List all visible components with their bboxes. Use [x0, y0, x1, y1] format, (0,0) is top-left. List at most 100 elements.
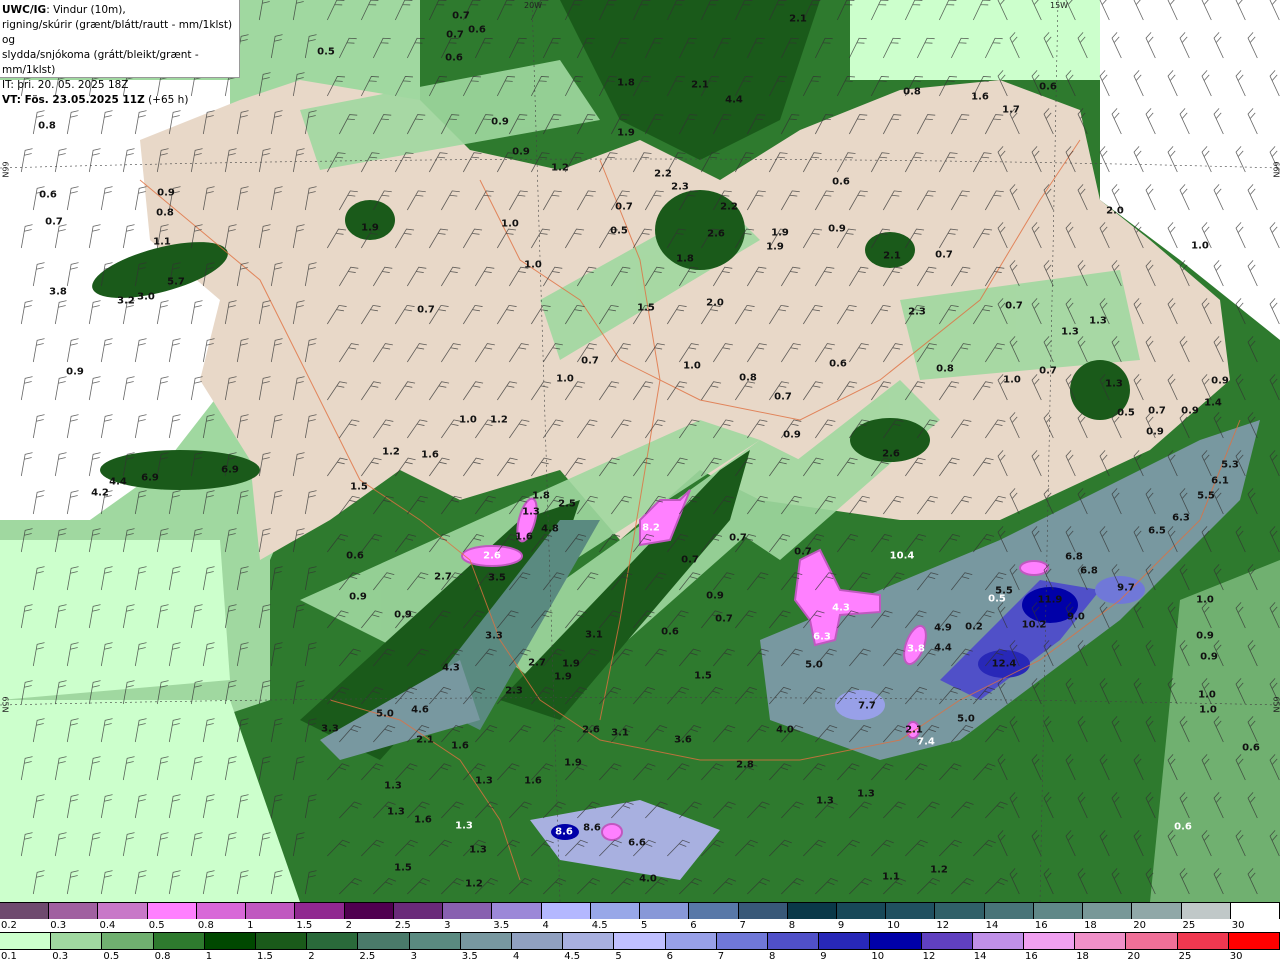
- snow-legend-swatch: [344, 903, 394, 919]
- precip-value-label: 2.7: [434, 571, 452, 583]
- precip-value-label: 0.7: [615, 201, 633, 213]
- title-line-1: UWC/IG: Vindur (10m),: [2, 3, 239, 18]
- rain-legend-swatch: [921, 933, 973, 949]
- precip-value-label: 2.6: [707, 228, 725, 240]
- snow-legend-tick: 8: [788, 920, 796, 931]
- precip-value-label: 0.7: [715, 613, 733, 625]
- rain-legend-swatch: [614, 933, 666, 949]
- precip-value-label: 9.0: [1067, 611, 1085, 623]
- precip-value-label: 1.3: [384, 780, 402, 792]
- precip-value-label: 9.7: [1117, 582, 1135, 594]
- precip-value-label: 1.0: [1191, 240, 1209, 252]
- precip-value-label: 1.0: [501, 218, 519, 230]
- latitude-label-65n-left: 65N: [0, 696, 10, 713]
- precip-value-label: 2.3: [505, 685, 523, 697]
- precip-value-label: 1.1: [882, 871, 900, 883]
- rain-legend-swatch: [665, 933, 717, 949]
- precip-value-label: 7.7: [858, 700, 876, 712]
- precip-value-label: 5.0: [957, 713, 975, 725]
- precip-value-label: 1.6: [451, 740, 469, 752]
- rain-legend-swatch: [153, 933, 205, 949]
- precip-value-label: 4.9: [934, 622, 952, 634]
- precip-value-label: 1.3: [816, 795, 834, 807]
- precip-value-label: 0.7: [729, 532, 747, 544]
- rain-legend-swatch: [819, 933, 871, 949]
- precip-value-label: 0.5: [1117, 407, 1135, 419]
- snow-legend-tick: 20: [1133, 920, 1147, 931]
- snow-legend-tick: 25: [1182, 920, 1196, 931]
- precip-value-label: 0.6: [661, 626, 679, 638]
- precip-value-label: 2.0: [706, 297, 724, 309]
- precip-value-label: 1.0: [459, 414, 477, 426]
- precip-value-label: 1.0: [556, 373, 574, 385]
- precip-value-label: 0.9: [491, 116, 509, 128]
- rain-legend-tick: 1: [205, 951, 213, 962]
- snow-legend-swatch: [443, 903, 493, 919]
- rain-legend-tick: 2: [308, 951, 315, 962]
- rain-legend-swatch: [1075, 933, 1127, 949]
- precip-value-label: 4.6: [411, 704, 429, 716]
- product-name: UWC/IG: [2, 4, 47, 16]
- precip-value-label: 1.6: [421, 449, 439, 461]
- precip-value-label: 1.3: [857, 788, 875, 800]
- rain-legend-tick: 4.5: [564, 951, 581, 962]
- rain-legend-swatch: [716, 933, 769, 949]
- rain-legend-swatch: [358, 933, 410, 949]
- snow-legend-swatch: [295, 903, 345, 919]
- snow-legend-tick: 12: [936, 920, 950, 931]
- rain-legend-swatch: [1228, 933, 1280, 949]
- precip-value-label: 0.9: [1200, 651, 1218, 663]
- rain-legend-tick: 9: [820, 951, 827, 962]
- precip-value-label: 2.1: [883, 250, 901, 262]
- precip-value-label: 4.4: [934, 642, 952, 654]
- snow-legend-tick: 6: [690, 920, 697, 931]
- precip-value-label: 0.6: [832, 176, 850, 188]
- precip-value-label: 5.0: [805, 659, 823, 671]
- snow-legend-tick: 0.2: [1, 920, 17, 931]
- snow-legend-swatch: [984, 903, 1034, 919]
- precip-value-label: 3.0: [137, 291, 155, 303]
- precip-value-label: 4.2: [91, 487, 109, 499]
- snow-legend-swatch: [689, 903, 739, 919]
- precip-value-label: 2.7: [528, 657, 546, 669]
- rain-legend: 0.1 0.3 0.5 0.8 1 1.5 2 2.5 3 3.5 4 4.5 5 6 7 8 9 10 12 14 1…: [0, 932, 1280, 964]
- precip-value-label: 1.4: [1204, 397, 1222, 409]
- snow-legend-tick: 3.5: [493, 920, 510, 931]
- rain-tick-labels: 0.1 0.3 0.5 0.8 1 1.5 2 2.5 3 3.5 4 4.5 5 6 7 8 9 10 12 14 1…: [0, 950, 1280, 964]
- snow-legend-tick: 0.4: [99, 920, 116, 931]
- precip-value-label: 0.9: [349, 591, 367, 603]
- precip-value-label: 0.7: [446, 29, 464, 41]
- precip-value-label: 6.9: [221, 464, 239, 476]
- snow-legend-swatch: [590, 903, 641, 919]
- rain-legend-tick: 0.1: [1, 951, 17, 962]
- precip-value-label: 3.6: [674, 734, 692, 746]
- precip-value-label: 4.8: [541, 523, 559, 535]
- precip-value-label: 1.3: [1105, 378, 1123, 390]
- rain-legend-tick: 14: [973, 951, 987, 962]
- snow-tick-labels: 0.2 0.3 0.4 0.5 0.8 1 1.5 2 2.5 3 3.5 4 4.5 5 6 7 8 9 10 12…: [0, 919, 1280, 933]
- precip-value-label: 4.3: [832, 602, 850, 614]
- precip-value-label: 1.0: [1199, 704, 1217, 716]
- precip-value-label: 0.8: [38, 120, 56, 132]
- snow-legend-swatch: [541, 903, 591, 919]
- precip-value-label: 1.5: [637, 302, 655, 314]
- precip-value-label: 1.0: [1196, 594, 1214, 606]
- precip-value-label: 6.3: [813, 631, 831, 643]
- rain-legend-swatch: [1177, 933, 1229, 949]
- snow-legend-tick: 4.5: [591, 920, 608, 931]
- precip-value-label: 2.8: [736, 759, 754, 771]
- snow-legend-swatch: [196, 903, 247, 919]
- precip-value-label: 0.7: [1039, 365, 1057, 377]
- rain-legend-tick: 2.5: [359, 951, 376, 962]
- precip-value-label: 1.6: [515, 531, 533, 543]
- rain-legend-tick: 8: [769, 951, 776, 962]
- precip-value-label: 1.2: [382, 446, 400, 458]
- precip-value-label: 4.4: [725, 94, 743, 106]
- precip-value-label: 3.8: [49, 286, 67, 298]
- precip-value-label: 4.0: [776, 724, 794, 736]
- precip-value-label: 1.2: [930, 864, 948, 876]
- snow-legend-swatch: [147, 903, 197, 919]
- rain-legend-swatch: [102, 933, 154, 949]
- precip-value-label: 3.3: [485, 630, 503, 642]
- precip-value-label: 5.7: [167, 276, 185, 288]
